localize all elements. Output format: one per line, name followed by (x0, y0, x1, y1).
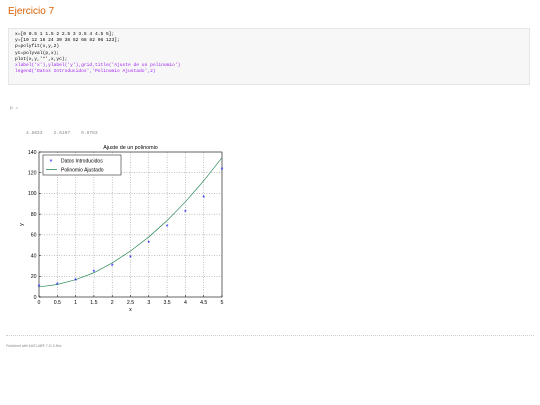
y-tick-label: 100 (28, 191, 37, 197)
publish-footer: Published with MATLAB® 7.11.0 8ba (6, 344, 62, 348)
x-tick-label: 4.5 (200, 300, 207, 306)
y-tick-label: 0 (34, 295, 37, 301)
y-tick-label: 60 (31, 233, 37, 239)
chart-svg: 0 0.5 1 1.5 2 2.5 3 3.5 4 4.5 5 0 20 40 60 80 100 120 140 A… (19, 145, 224, 313)
data-point: * (147, 241, 150, 248)
x-tick-label: 0.5 (54, 300, 61, 306)
code-line: legend('Datos Introducidos','Polinomio A… (15, 69, 156, 75)
legend-label-datos: Datos Introducidos (61, 159, 103, 165)
output-label: p = (10, 106, 19, 111)
x-tick-label: 2 (111, 300, 114, 306)
x-tick-label: 2.5 (127, 300, 134, 306)
output-values: 4.5023 2.6107 9.6783 (26, 131, 98, 136)
y-tick-label: 20 (31, 274, 37, 280)
legend-marker-datos: * (50, 159, 53, 166)
data-point: * (93, 270, 96, 277)
x-tick-label: 3 (147, 300, 150, 306)
x-axis-label: x (129, 307, 132, 313)
data-point: * (184, 210, 187, 217)
x-tick-label: 1 (74, 300, 77, 306)
published-page: Ejercicio 7 x=[0 0.5 1 1.5 2 2.5 3 3.5 4… (0, 0, 540, 405)
x-tick-label: 0 (38, 300, 41, 306)
y-tick-label: 40 (31, 253, 37, 259)
data-point: * (221, 167, 224, 174)
x-tick-label: 3.5 (163, 300, 170, 306)
plot-figure: 0 0.5 1 1.5 2 2.5 3 3.5 4 4.5 5 0 20 40 60 80 100 120 140 A… (10, 138, 240, 318)
data-point: * (56, 282, 59, 289)
y-tick-label: 120 (28, 171, 37, 177)
y-axis-label: y (19, 223, 25, 226)
x-tick-label: 5 (221, 300, 224, 306)
code-block: x=[0 0.5 1 1.5 2 2.5 3 3.5 4 4.5 5]; y=[1… (8, 28, 530, 85)
divider (6, 335, 534, 336)
y-tick-label: 140 (28, 150, 37, 156)
x-tick-label: 1.5 (90, 300, 97, 306)
x-tick-label: 4 (184, 300, 187, 306)
data-point: * (202, 195, 205, 202)
legend-label-polinomio: Polinomio Ajustado (61, 168, 104, 174)
y-tick-label: 80 (31, 212, 37, 218)
page-title: Ejercicio 7 (8, 6, 55, 17)
data-point: * (111, 264, 114, 271)
data-point: * (129, 255, 132, 262)
chart-title: Ajuste de un polinomio (103, 145, 158, 151)
data-point: * (38, 284, 41, 291)
data-point: * (166, 224, 169, 231)
data-point: * (74, 278, 77, 285)
